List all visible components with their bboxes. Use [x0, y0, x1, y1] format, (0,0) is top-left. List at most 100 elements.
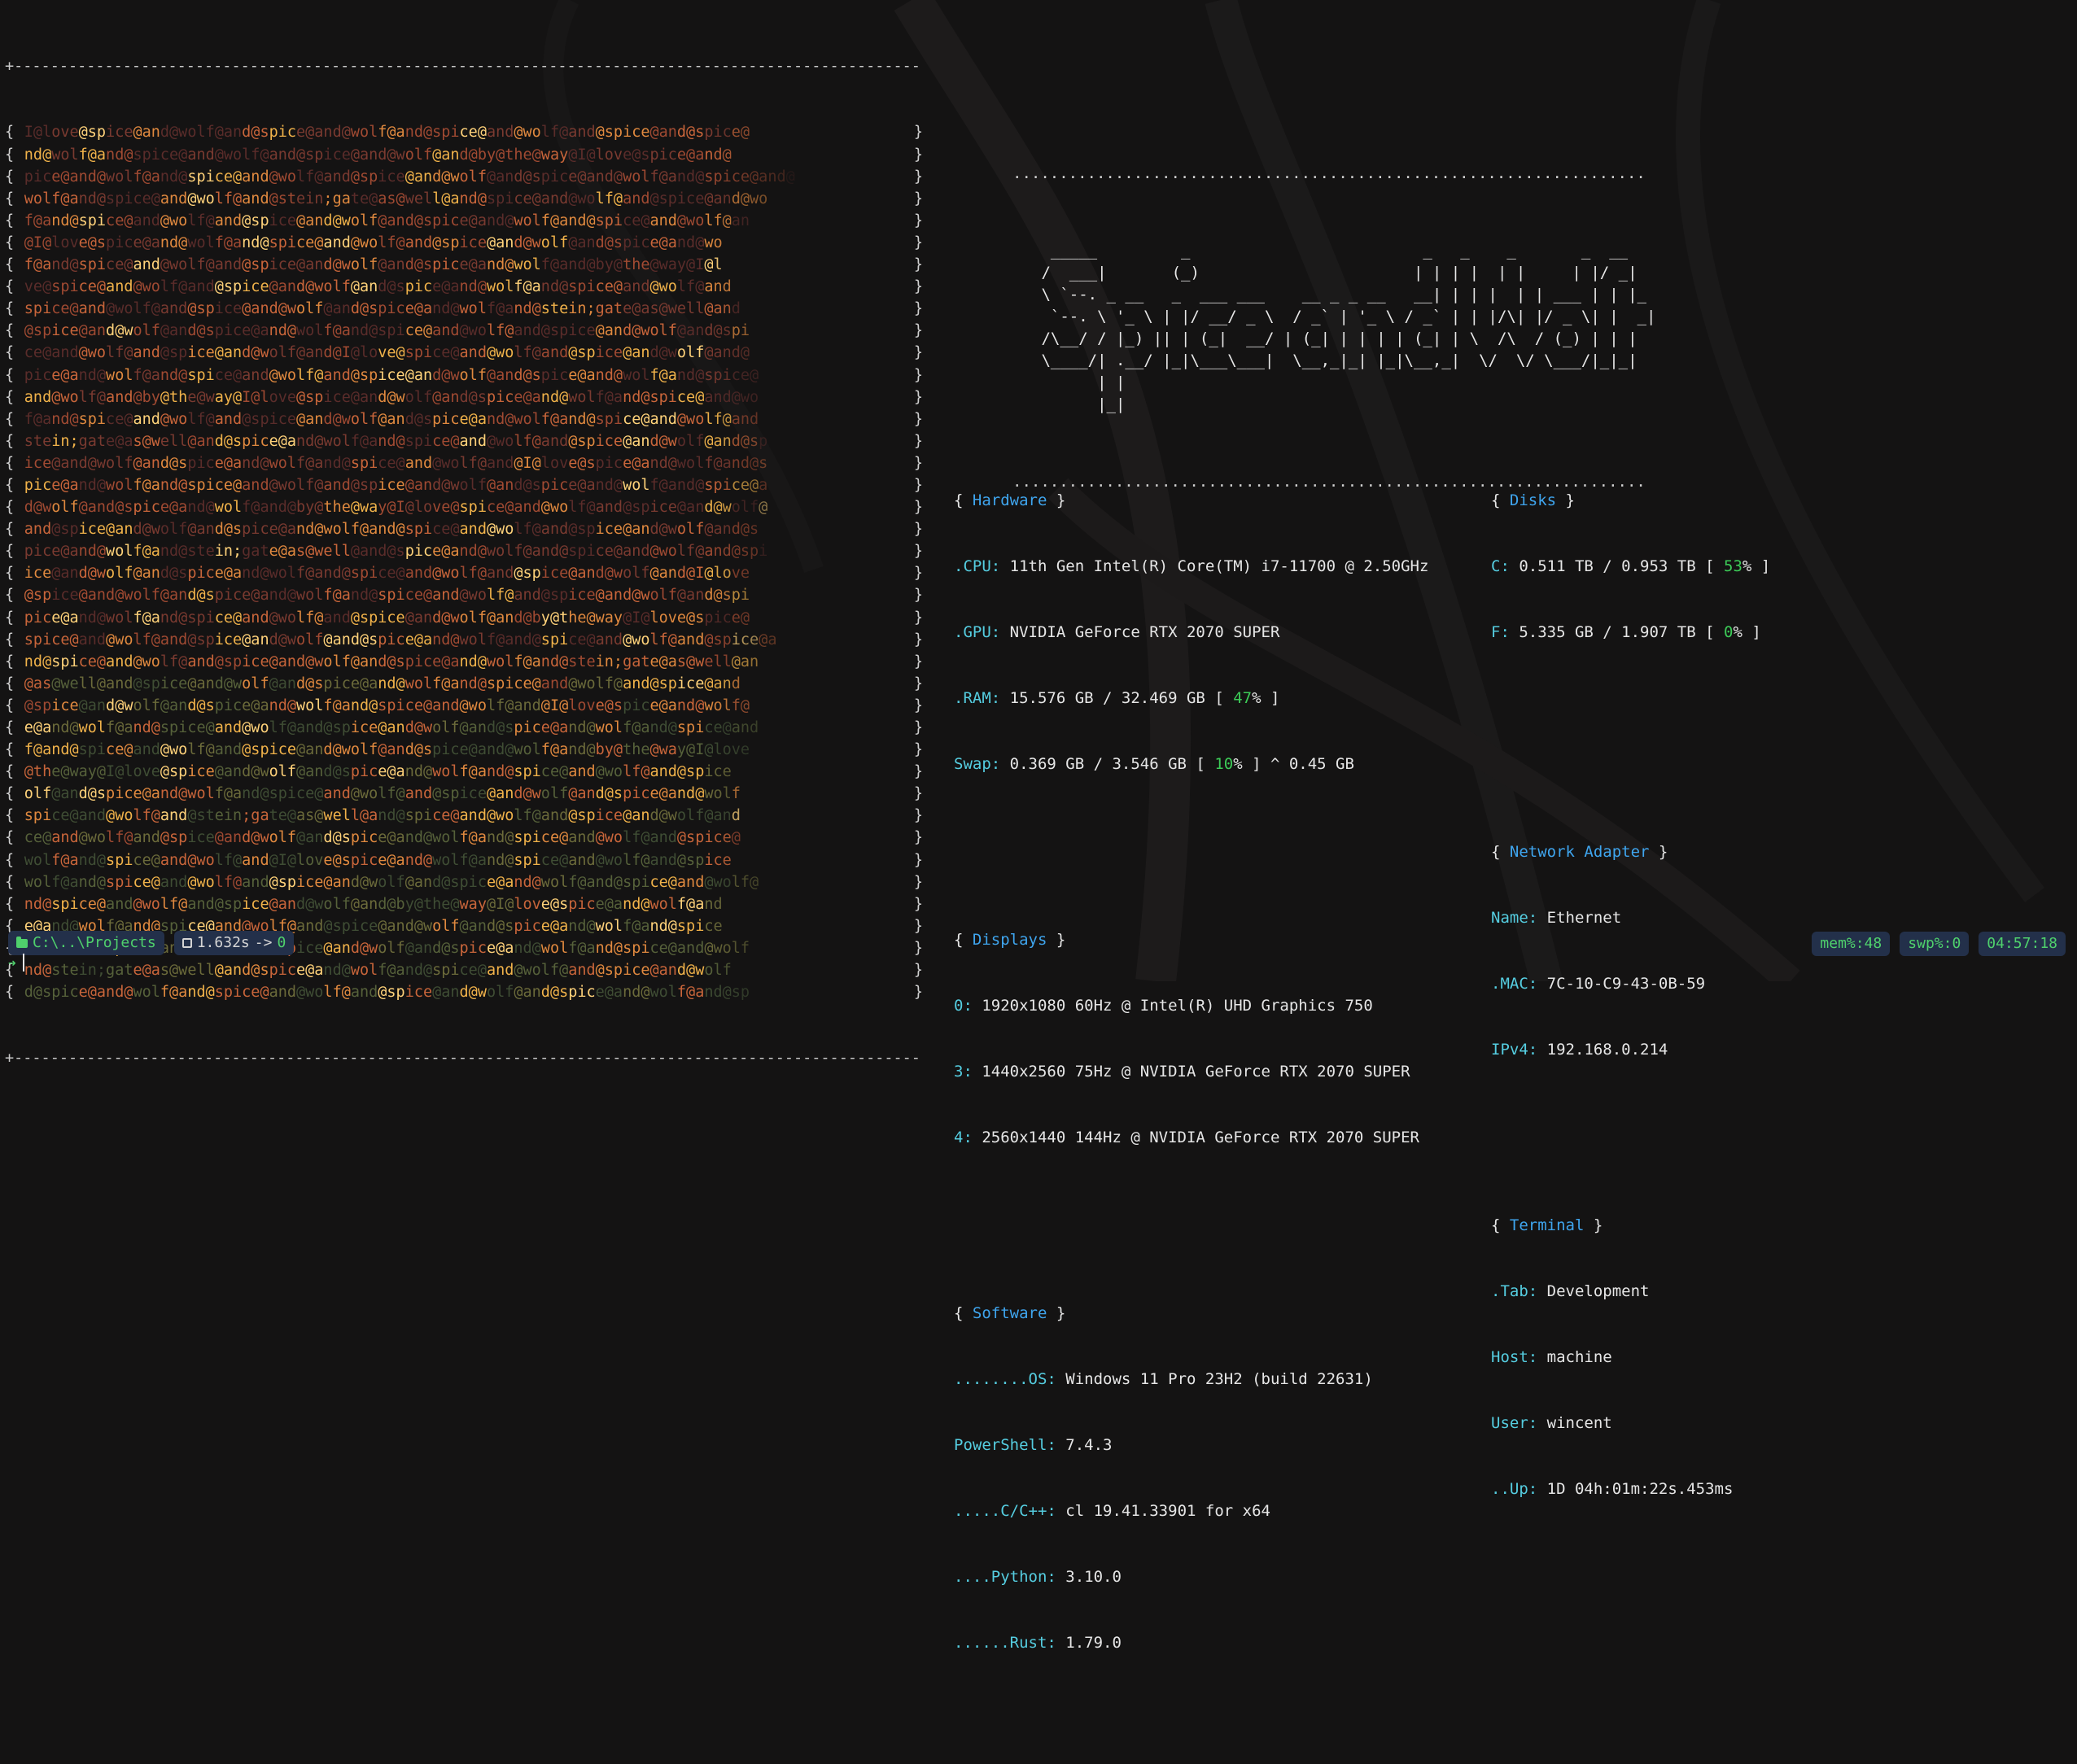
rain-brace-right: }: [904, 212, 923, 229]
ram-label: .RAM:: [954, 689, 1001, 707]
rain-row: { d@spice@and@wolf@and@spice@and@wolf@an…: [5, 981, 923, 1003]
rain-text: nd@spice@and@wolf@and@spice@and@wolf@and…: [24, 895, 723, 913]
python-value: 3.10.0: [1065, 1568, 1122, 1586]
disk-f-value: 5.335 GB / 1.907 TB [: [1519, 623, 1715, 641]
rain-brace-left: {: [5, 234, 24, 251]
swap-end: % ] ^ 0.45 GB: [1233, 755, 1354, 773]
rain-brace-left: {: [5, 543, 24, 561]
term-user-value: wincent: [1546, 1414, 1612, 1432]
rain-row: { wolf@and@spice@and@wolf@and@stein;gate…: [5, 188, 923, 210]
rain-brace-left: {: [5, 675, 24, 692]
python-label: ....Python:: [954, 1568, 1056, 1586]
swap-segment: swp%:0: [1900, 932, 1970, 956]
swap-value: 0.369 GB / 3.546 GB [: [1009, 755, 1205, 773]
software-title: Software: [972, 1304, 1047, 1322]
rust-label: ......Rust:: [954, 1634, 1056, 1652]
rain-brace-right: }: [904, 962, 923, 980]
ascii-logo-line: \ `--. _ __ _ ___ ___ __ _ _ __ __| | | …: [1032, 286, 1646, 303]
disk-f-end: % ]: [1733, 623, 1761, 641]
term-host-label: Host:: [1491, 1348, 1538, 1366]
rain-row: { f@and@spice@and@wolf@and@spice@and@wol…: [5, 210, 923, 232]
rain-text: pice@and@wolf@and@spice@and@wolf@and@spi…: [24, 168, 795, 186]
rain-brace-right: }: [904, 763, 923, 781]
rain-row: { ice@and@wolf@and@spice@and@wolf@and@sp…: [5, 452, 923, 474]
term-uptime-value: 1D 04h:01m:22s.453ms: [1546, 1480, 1734, 1498]
net-ip-value: 192.168.0.214: [1546, 1041, 1668, 1059]
rain-row: { pice@and@wolf@and@spice@and@wolf@and@s…: [5, 166, 923, 188]
rain-brace-right: }: [904, 653, 923, 670]
prompt-line[interactable]: ➜: [8, 953, 24, 972]
rain-brace-left: {: [5, 499, 24, 517]
display-0-label: 0:: [954, 997, 973, 1015]
rain-brace-right: }: [904, 719, 923, 736]
rain-brace-right: }: [904, 741, 923, 759]
rain-text: ce@and@wolf@and@spice@and@wolf@and@spice…: [24, 829, 741, 847]
rain-brace-right: }: [904, 146, 923, 164]
rain-brace-left: {: [5, 322, 24, 340]
rain-brace-left: {: [5, 410, 24, 428]
rain-text: ice@and@wolf@and@spice@and@wolf@and@spic…: [24, 565, 750, 583]
term-host-value: machine: [1546, 1348, 1612, 1366]
rain-row: { spice@and@wolf@and@spice@and@wolf@and@…: [5, 629, 923, 651]
rain-brace-right: }: [904, 696, 923, 714]
rain-text: ve@spice@and@wolf@and@spice@and@wolf@and…: [24, 278, 732, 296]
ascii-logo-line: | |: [1032, 373, 1126, 391]
path-text: C:\..\Projects: [33, 934, 156, 951]
disk-c-value: 0.511 TB / 0.953 TB [: [1519, 557, 1715, 575]
rain-text: nd@wolf@and@spice@and@wolf@and@spice@and…: [24, 146, 732, 164]
rain-brace-left: {: [5, 763, 24, 781]
rain-brace-left: {: [5, 696, 24, 714]
disk-f-label: F:: [1491, 623, 1510, 641]
rain-row: { ve@spice@and@wolf@and@spice@and@wolf@a…: [5, 276, 923, 298]
rain-brace-left: {: [5, 653, 24, 670]
rain-row: { spice@and@wolf@and@stein;gate@as@well@…: [5, 805, 923, 827]
rain-row: { pice@and@wolf@and@spice@and@wolf@and@s…: [5, 365, 923, 386]
hardware-title: Hardware: [972, 491, 1047, 509]
hardware-section: { Hardware } .CPU: 11th Gen Intel(R) Cor…: [954, 491, 1429, 773]
dots-divider-top: ........................................…: [1012, 164, 1646, 182]
rain-brace-left: {: [5, 432, 24, 450]
net-mac-value: 7C-10-C9-43-0B-59: [1546, 975, 1706, 993]
ascii-logo-line: / ___| (_) | | | | | | | |/ _|: [1032, 264, 1638, 282]
rain-brace-right: }: [904, 410, 923, 428]
exit-code: 0: [277, 934, 286, 951]
term-uptime-label: ..Up:: [1491, 1480, 1538, 1498]
disk-c-end: % ]: [1742, 557, 1771, 575]
rain-brace-left: {: [5, 124, 24, 142]
rain-brace-right: }: [904, 168, 923, 186]
rain-row: { f@and@spice@and@wolf@and@spice@and@wol…: [5, 739, 923, 761]
rain-text: pice@and@wolf@and@spice@and@wolf@and@spi…: [24, 366, 759, 384]
rain-row: { @the@way@I@love@spice@and@wolf@and@spi…: [5, 761, 923, 783]
net-name-value: Ethernet: [1546, 909, 1622, 927]
info-column-right: { Disks } C: 0.511 TB / 0.953 TB [ 53% ]…: [1491, 402, 1770, 1610]
disk-f-percent: 0: [1724, 623, 1734, 641]
ram-percent: 47: [1233, 689, 1253, 707]
rain-row: { ice@and@wolf@and@spice@and@wolf@and@sp…: [5, 562, 923, 584]
rain-brace-right: }: [904, 234, 923, 251]
net-mac-label: .MAC:: [1491, 975, 1538, 993]
rain-text: pice@and@wolf@and@spice@and@wolf@and@spi…: [24, 476, 768, 494]
terminal-section: { Terminal } .Tab: Development Host: mac…: [1491, 1216, 1734, 1498]
rain-row: { f@and@spice@and@wolf@and@spice@and@wol…: [5, 408, 923, 430]
rain-brace-right: }: [904, 278, 923, 296]
rain-brace-right: }: [904, 785, 923, 803]
duration-segment: 1.632s -> 0: [173, 931, 295, 955]
rain-brace-right: }: [904, 388, 923, 406]
rain-brace-right: }: [904, 476, 923, 494]
rain-row: { pice@and@wolf@and@spice@and@wolf@and@s…: [5, 607, 923, 629]
duration-text: 1.632s: [196, 934, 250, 951]
display-3-value: 1440x2560 75Hz @ NVIDIA GeForce RTX 2070…: [982, 1063, 1410, 1081]
rain-row: { and@spice@and@wolf@and@spice@and@wolf@…: [5, 518, 923, 540]
rain-brace-left: {: [5, 366, 24, 384]
rain-text: d@wolf@and@spice@and@wolf@and@by@the@way…: [24, 499, 768, 517]
rain-row: { ce@and@wolf@and@spice@and@wolf@and@spi…: [5, 827, 923, 849]
cpp-label: .....C/C++:: [954, 1502, 1056, 1520]
rain-text: @I@love@spice@and@wolf@and@spice@and@wol…: [24, 234, 723, 251]
rain-text: stein;gate@as@well@and@spice@and@wolf@an…: [24, 432, 768, 450]
rain-brace-left: {: [5, 785, 24, 803]
text-cursor[interactable]: [22, 954, 24, 972]
display-4-value: 2560x1440 144Hz @ NVIDIA GeForce RTX 207…: [982, 1129, 1419, 1146]
rain-brace-left: {: [5, 873, 24, 891]
os-label: ........OS:: [954, 1370, 1056, 1388]
rain-row: { wolf@and@spice@and@wolf@and@spice@and@…: [5, 871, 923, 893]
